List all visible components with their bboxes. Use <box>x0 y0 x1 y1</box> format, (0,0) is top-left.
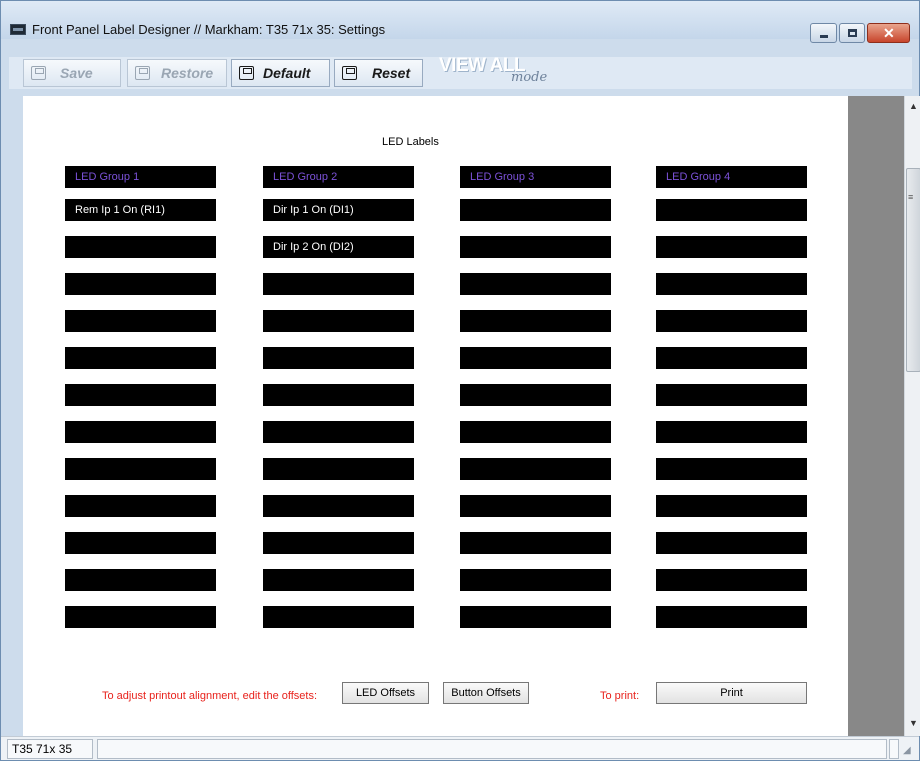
maximize-button[interactable] <box>839 23 865 43</box>
led-label-field[interactable] <box>656 273 807 295</box>
button-offsets-button[interactable]: Button Offsets <box>443 682 529 704</box>
led-label-field[interactable] <box>656 569 807 591</box>
led-group-1: LED Group 1 Rem Ip 1 On (RI1) <box>65 166 216 643</box>
led-group-3: LED Group 3 <box>460 166 611 643</box>
led-label-field[interactable] <box>460 199 611 221</box>
led-label-field[interactable] <box>656 236 807 258</box>
restore-icon <box>135 66 150 80</box>
led-label-field[interactable] <box>656 458 807 480</box>
led-group-2: LED Group 2 Dir Ip 1 On (DI1) Dir Ip 2 O… <box>263 166 414 643</box>
led-label-field[interactable] <box>460 495 611 517</box>
led-label-field[interactable] <box>263 273 414 295</box>
led-label-field[interactable] <box>460 458 611 480</box>
restore-button-label: Restore <box>161 65 214 81</box>
led-label-field[interactable] <box>65 347 216 369</box>
resize-grip-icon[interactable]: ◢ <box>903 745 911 756</box>
view-mode-suffix: mode <box>511 70 548 85</box>
status-device: T35 71x 35 <box>7 739 93 759</box>
app-icon <box>10 24 26 35</box>
led-label-field[interactable] <box>65 569 216 591</box>
default-icon <box>239 66 254 80</box>
title-bar[interactable]: Front Panel Label Designer // Markham: T… <box>1 1 919 43</box>
vertical-scrollbar[interactable]: ▲ ≡ ▼ <box>904 96 920 736</box>
default-button[interactable]: Default <box>231 59 330 87</box>
led-label-field[interactable] <box>263 458 414 480</box>
window-title: Front Panel Label Designer // Markham: T… <box>32 22 386 37</box>
print-button[interactable]: Print <box>656 682 807 704</box>
led-group-header: LED Group 2 <box>263 166 414 188</box>
right-gutter <box>848 96 904 736</box>
close-button[interactable]: ✕ <box>867 23 910 43</box>
offset-hint-text: To adjust printout alignment, edit the o… <box>102 690 318 702</box>
led-labels-title: LED Labels <box>382 136 439 148</box>
led-group-4: LED Group 4 <box>656 166 807 643</box>
led-label-field[interactable]: Rem Ip 1 On (RI1) <box>65 199 216 221</box>
led-label-field[interactable] <box>263 347 414 369</box>
led-label-field[interactable] <box>263 532 414 554</box>
close-icon: ✕ <box>883 25 895 41</box>
led-label-field[interactable] <box>656 606 807 628</box>
restore-button[interactable]: Restore <box>127 59 227 87</box>
reset-button-label: Reset <box>372 65 411 81</box>
led-group-header: LED Group 4 <box>656 166 807 188</box>
toolbar: Save Restore Default Reset VIEW ALL mode <box>9 55 912 89</box>
led-label-field[interactable] <box>263 384 414 406</box>
led-label-field[interactable] <box>65 236 216 258</box>
led-label-field[interactable] <box>65 310 216 332</box>
led-label-field[interactable] <box>460 273 611 295</box>
led-label-field[interactable] <box>656 495 807 517</box>
led-label-field[interactable] <box>656 347 807 369</box>
save-button[interactable]: Save <box>23 59 121 87</box>
led-label-field[interactable] <box>263 421 414 443</box>
led-label-field[interactable] <box>65 384 216 406</box>
minimize-icon <box>820 35 828 38</box>
led-label-field[interactable] <box>460 421 611 443</box>
led-label-field[interactable] <box>656 199 807 221</box>
led-label-field[interactable] <box>656 532 807 554</box>
led-label-field[interactable] <box>65 606 216 628</box>
minimize-button[interactable] <box>810 23 837 43</box>
led-label-field[interactable] <box>65 495 216 517</box>
led-label-field[interactable] <box>263 606 414 628</box>
status-bar: T35 71x 35 ◢ <box>1 736 919 760</box>
led-label-field[interactable]: Dir Ip 2 On (DI2) <box>263 236 414 258</box>
led-label-field[interactable] <box>460 569 611 591</box>
led-label-field[interactable] <box>460 606 611 628</box>
led-offsets-button[interactable]: LED Offsets <box>342 682 429 704</box>
led-label-field[interactable] <box>460 236 611 258</box>
led-label-field[interactable] <box>656 421 807 443</box>
led-label-field[interactable] <box>65 458 216 480</box>
status-message-pane <box>97 739 887 759</box>
scroll-down-icon[interactable]: ▼ <box>909 718 918 728</box>
reset-button[interactable]: Reset <box>334 59 423 87</box>
save-icon <box>31 66 46 80</box>
default-button-label: Default <box>263 65 311 81</box>
led-label-field[interactable] <box>460 532 611 554</box>
scroll-up-icon[interactable]: ▲ <box>909 101 918 111</box>
reset-icon <box>342 66 357 80</box>
led-label-field[interactable] <box>460 310 611 332</box>
led-group-header: LED Group 3 <box>460 166 611 188</box>
print-hint-text: To print: <box>600 690 640 702</box>
scroll-grip-icon: ≡ <box>908 192 914 202</box>
led-label-field[interactable] <box>460 347 611 369</box>
status-extra-pane <box>889 739 899 759</box>
led-label-field[interactable] <box>656 310 807 332</box>
led-label-field[interactable] <box>65 273 216 295</box>
led-label-field[interactable] <box>656 384 807 406</box>
led-group-header: LED Group 1 <box>65 166 216 188</box>
led-label-field[interactable] <box>460 384 611 406</box>
led-label-field[interactable] <box>65 532 216 554</box>
led-label-field[interactable] <box>263 310 414 332</box>
app-window: Front Panel Label Designer // Markham: T… <box>0 0 920 761</box>
led-label-field[interactable] <box>65 421 216 443</box>
maximize-icon <box>848 29 857 37</box>
led-label-field[interactable] <box>263 569 414 591</box>
save-button-label: Save <box>60 65 93 81</box>
led-label-field[interactable]: Dir Ip 1 On (DI1) <box>263 199 414 221</box>
led-label-field[interactable] <box>263 495 414 517</box>
